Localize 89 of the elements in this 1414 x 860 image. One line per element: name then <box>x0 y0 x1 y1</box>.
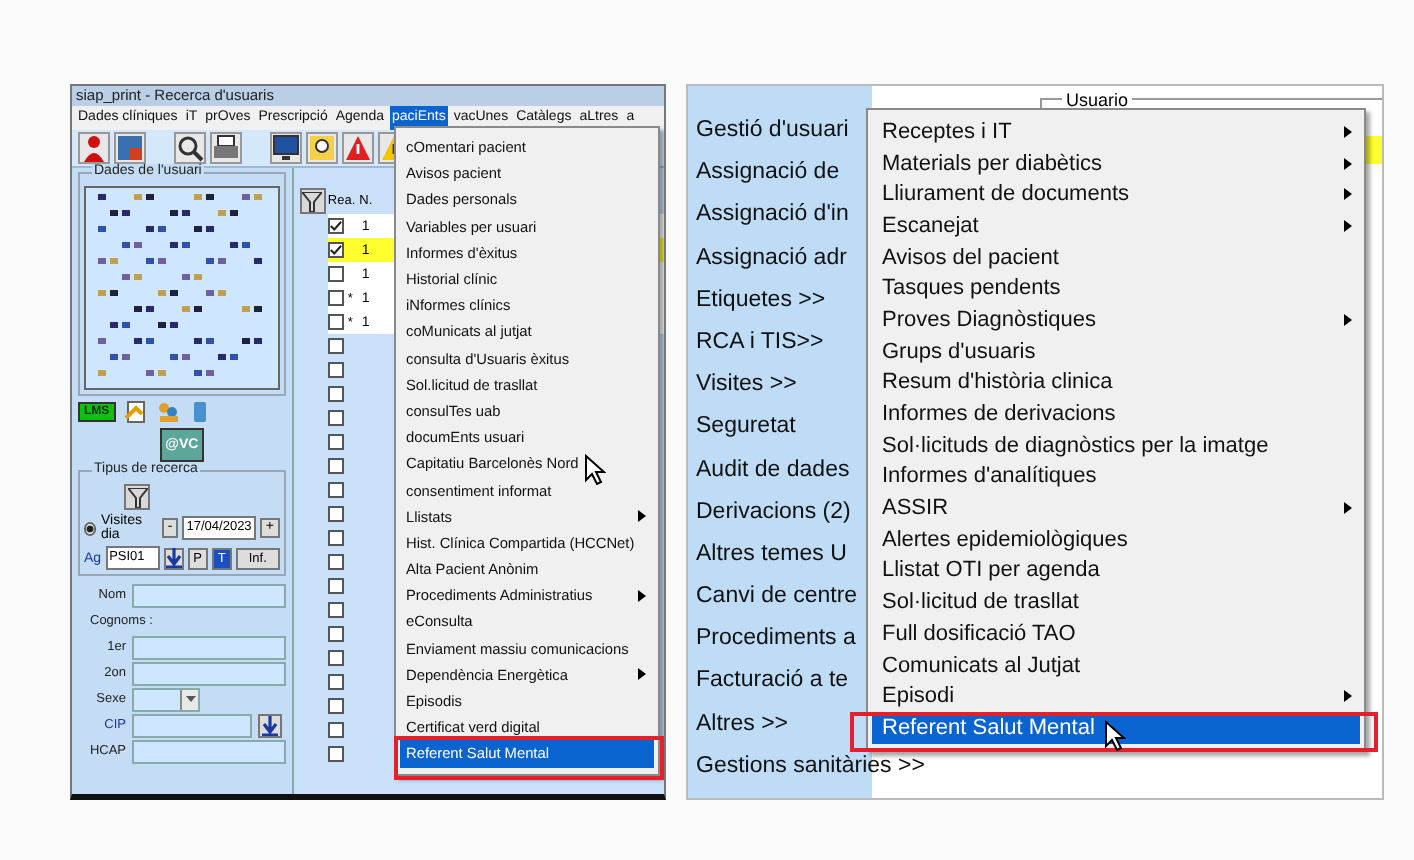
menu-item[interactable]: Sol·licituds de diagnòstics per la imatge <box>872 429 1360 462</box>
side-menu-item[interactable]: Altres >> <box>696 703 789 746</box>
submenu-arrow-icon <box>1344 502 1352 515</box>
input-field[interactable] <box>132 661 286 685</box>
checkbox[interactable] <box>327 650 344 666</box>
menu-item[interactable]: Receptes i IT <box>872 116 1360 148</box>
input-field[interactable] <box>132 635 286 659</box>
menu-item[interactable]: Alertes epidemiològiques <box>872 523 1360 556</box>
submenu-arrow-icon <box>1344 157 1352 170</box>
checkbox[interactable] <box>327 602 344 618</box>
side-menu-item[interactable]: Altres temes U <box>696 533 847 577</box>
menu-item[interactable]: ASSIR <box>872 492 1360 524</box>
checkbox[interactable] <box>327 410 344 426</box>
side-menu-item[interactable]: Visites >> <box>696 364 797 407</box>
panel-legend: Usuario <box>1062 90 1133 110</box>
menu-item[interactable]: Resum d'història clinica <box>872 367 1360 399</box>
checkbox[interactable] <box>327 458 344 474</box>
menu-item[interactable]: Grups d'usuaris <box>872 335 1360 367</box>
submenu-arrow-icon <box>638 589 646 602</box>
side-menu-item[interactable]: Etiquetes >> <box>696 279 826 322</box>
side-menu-item[interactable]: Facturació a te <box>696 660 849 704</box>
checkbox[interactable] <box>327 362 344 378</box>
menu-item[interactable]: Informes d'analítiques <box>872 461 1360 493</box>
caret-icon <box>185 696 195 702</box>
submenu-arrow-icon <box>638 510 646 523</box>
checkbox[interactable] <box>327 698 344 714</box>
input-field[interactable] <box>132 713 252 737</box>
checkbox[interactable] <box>327 674 344 690</box>
checkbox[interactable] <box>327 578 344 594</box>
id-card-icon[interactable] <box>116 134 144 162</box>
people-icon <box>155 400 180 424</box>
menu-item[interactable]: Proves Diagnòstiques <box>872 304 1360 336</box>
submenu-arrow-icon <box>1344 188 1352 201</box>
side-menu-item[interactable]: Assignació adr <box>696 237 847 280</box>
side-menu-item[interactable]: Gestions sanitàries >> <box>696 745 925 788</box>
checkbox[interactable] <box>327 290 344 306</box>
side-menu-item[interactable]: Gestió d'usuari <box>696 110 849 153</box>
side-menu-item[interactable]: Derivacions (2) <box>696 491 851 534</box>
side-menu-item[interactable]: Assignació d'in <box>696 194 849 238</box>
radio-button[interactable] <box>84 521 97 535</box>
menu-item[interactable]: Tasques pendents <box>872 272 1360 305</box>
menu-item[interactable]: Lliurament de documents <box>872 178 1360 211</box>
menu-item[interactable]: Full dosificació TAO <box>872 618 1360 650</box>
submenu-arrow-icon <box>1344 125 1352 138</box>
menu-item[interactable]: Materials per diabètics <box>872 147 1360 179</box>
side-menu-item[interactable]: Canvi de centre <box>696 576 858 619</box>
checkbox[interactable] <box>327 434 344 450</box>
side-menu-item[interactable]: RCA i TIS>> <box>696 321 824 365</box>
dropdown-field[interactable] <box>132 687 200 711</box>
submenu-arrow-icon <box>1344 219 1352 232</box>
document-icon <box>123 400 148 424</box>
menu-item[interactable]: Episodi <box>872 680 1360 713</box>
submenu-arrow-icon <box>638 668 646 681</box>
download-icon[interactable] <box>262 715 278 735</box>
menu-item[interactable]: Avisos del pacient <box>872 241 1360 273</box>
download-icon[interactable] <box>165 548 182 568</box>
checkbox[interactable] <box>327 506 344 522</box>
side-menu-item[interactable]: Procediments a <box>696 618 856 661</box>
checkbox[interactable] <box>327 266 344 282</box>
filter-icon[interactable] <box>127 487 147 507</box>
checkbox[interactable] <box>327 338 344 354</box>
person-icon[interactable] <box>80 134 108 162</box>
input-field[interactable] <box>132 583 286 607</box>
printer-icon[interactable] <box>212 134 240 162</box>
monitor-icon[interactable] <box>272 134 300 162</box>
checkbox[interactable] <box>327 530 344 546</box>
menu-item[interactable]: Comunicats al Jutjat <box>872 649 1360 681</box>
checkbox[interactable] <box>327 722 344 738</box>
menu-item[interactable]: Sol·licitud de trasllat <box>872 586 1360 618</box>
checkbox[interactable] <box>327 218 344 234</box>
magnifier-icon[interactable] <box>176 134 204 162</box>
side-menu-item[interactable]: Assignació de <box>696 152 840 195</box>
checkbox[interactable] <box>327 482 344 498</box>
side-menu-item[interactable]: Audit de dades <box>696 449 850 492</box>
checkbox[interactable] <box>327 242 344 258</box>
checkbox[interactable] <box>327 554 344 570</box>
checkbox[interactable] <box>327 386 344 402</box>
submenu-arrow-icon <box>1344 690 1352 703</box>
input-field[interactable] <box>132 739 286 763</box>
checkbox[interactable] <box>327 626 344 642</box>
submenu-arrow-icon <box>1344 313 1352 326</box>
checkbox[interactable] <box>327 746 344 762</box>
filter-icon[interactable] <box>302 191 323 211</box>
menu-item[interactable]: Informes de derivacions <box>872 398 1360 430</box>
side-menu-item[interactable]: Seguretat <box>696 406 796 449</box>
checkbox[interactable] <box>327 314 344 330</box>
warning-icon[interactable] <box>344 134 372 162</box>
menu-item[interactable]: Escanejat <box>872 210 1360 242</box>
menu-item[interactable]: Llistat OTI per agenda <box>872 555 1360 587</box>
